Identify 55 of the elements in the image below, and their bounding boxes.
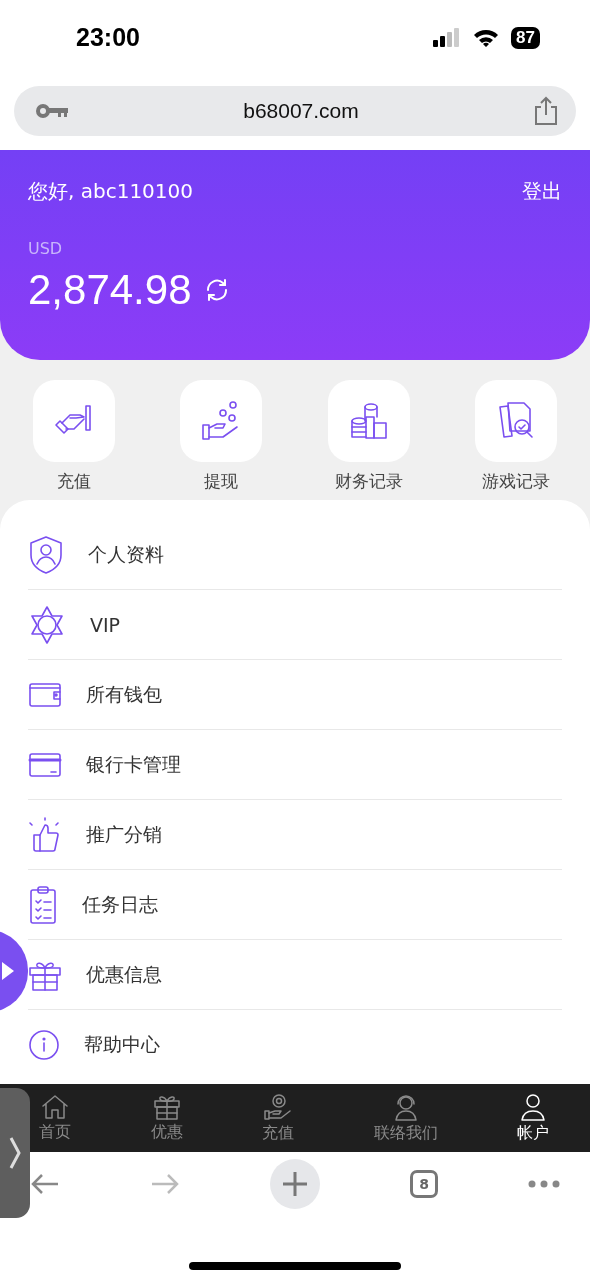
action-tile[interactable] (327, 380, 410, 462)
action-tile[interactable] (475, 380, 557, 462)
hand-coin-icon (264, 1092, 292, 1121)
thumbs-up-icon (28, 816, 62, 853)
menu-item[interactable]: 银行卡管理 (28, 730, 562, 800)
address-bar[interactable]: b68007.com (14, 86, 576, 136)
action-tile[interactable] (180, 380, 263, 462)
url-text: b68007.com (243, 99, 359, 123)
wallet-icon (28, 681, 62, 708)
new-tab-button[interactable] (270, 1158, 320, 1209)
menu-item[interactable]: 所有钱包 (28, 660, 562, 730)
menu-item[interactable]: 推广分销 (28, 800, 562, 870)
home-icon (41, 1093, 69, 1120)
tab-item[interactable]: 优惠 (150, 1093, 183, 1143)
battery-level: 87 (511, 26, 540, 49)
action-label: 游戏记录 (482, 470, 550, 493)
forward-arrow-icon[interactable] (150, 1171, 180, 1196)
documents-check-icon (496, 401, 536, 441)
menu-item[interactable]: VIP (28, 590, 562, 660)
shield-user-icon (28, 534, 64, 575)
tab-item[interactable]: 联络我们 (373, 1092, 438, 1144)
gift-icon (153, 1093, 180, 1120)
signal-icon (433, 27, 462, 48)
user-icon (520, 1092, 546, 1121)
star-badge-icon (28, 605, 66, 644)
side-handle[interactable] (0, 1088, 30, 1218)
logout-link[interactable]: 登出 (522, 178, 562, 205)
plus-icon (282, 1170, 308, 1197)
tab-item[interactable]: 帐户 (517, 1092, 549, 1144)
wifi-icon (473, 27, 500, 48)
tab-count[interactable]: 8 (410, 1169, 438, 1198)
share-icon[interactable] (534, 96, 558, 126)
tab-item[interactable]: 首页 (39, 1093, 71, 1143)
currency-label: USD (28, 239, 64, 258)
greeting-text: 您好, abc110100 (28, 178, 193, 205)
chevron-right-icon (9, 1136, 21, 1170)
action-label: 财务记录 (334, 470, 403, 493)
key-icon (36, 103, 68, 119)
back-arrow-icon[interactable] (30, 1171, 60, 1196)
status-time: 23:00 (76, 23, 140, 52)
menu-item[interactable]: 帮助中心 (28, 1010, 562, 1080)
menu-item[interactable]: 个人资料 (28, 520, 562, 590)
menu-item[interactable]: 任务日志 (28, 870, 562, 940)
action-tile[interactable] (33, 380, 115, 462)
play-icon (2, 962, 14, 980)
clipboard-list-icon (28, 884, 58, 925)
balance-amount: 2,874.98 (28, 266, 192, 314)
action-label: 充值 (57, 470, 91, 493)
credit-card-icon (28, 751, 62, 778)
more-icon[interactable] (528, 1179, 560, 1188)
coin-stacks-icon (348, 401, 389, 441)
tab-item[interactable]: 充值 (262, 1092, 294, 1144)
action-label: 提现 (204, 470, 239, 493)
info-icon (28, 1029, 60, 1061)
menu-item[interactable]: 优惠信息 (28, 940, 562, 1010)
